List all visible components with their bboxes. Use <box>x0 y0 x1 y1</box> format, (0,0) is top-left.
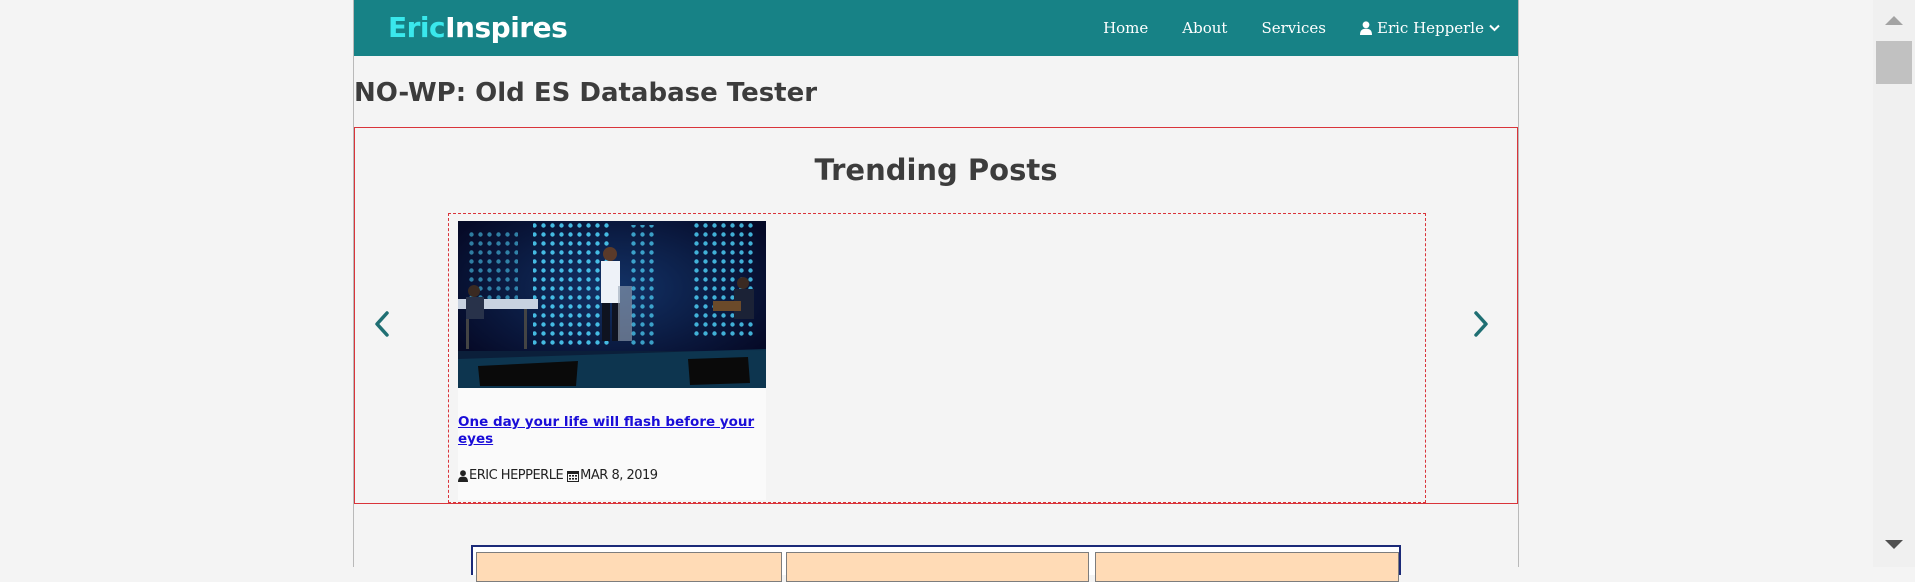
post-card: One day your life will flash before your… <box>458 221 766 500</box>
scroll-down-arrow-icon[interactable] <box>1885 540 1903 549</box>
post-author: ERIC HEPPERLE <box>469 468 564 483</box>
scrollbar-thumb[interactable] <box>1876 41 1912 84</box>
post-date: MAR 8, 2019 <box>580 468 658 483</box>
nav-services-link[interactable]: Services <box>1261 19 1326 37</box>
nav-about-link[interactable]: About <box>1182 19 1227 37</box>
brand-part-inspires: Inspires <box>445 11 568 44</box>
brand-logo[interactable]: EricInspires <box>388 10 568 46</box>
user-menu-dropdown[interactable]: Eric Hepperle <box>1360 19 1500 37</box>
nav-links: Home About Services Eric Hepperle <box>1103 0 1500 56</box>
carousel-prev-button[interactable] <box>367 306 397 342</box>
trending-heading: Trending Posts <box>814 153 1058 187</box>
nav-home-link[interactable]: Home <box>1103 19 1148 37</box>
table-cell <box>476 552 782 582</box>
navbar: EricInspires Home About Services Eric He… <box>354 0 1518 56</box>
carousel-track: One day your life will flash before your… <box>448 213 1426 503</box>
chevron-left-icon <box>375 311 389 337</box>
carousel-next-button[interactable] <box>1466 306 1496 342</box>
brand-part-eric: Eric <box>388 11 446 44</box>
user-icon <box>1360 21 1373 35</box>
page-container: EricInspires Home About Services Eric He… <box>353 0 1519 582</box>
scroll-up-arrow-icon[interactable] <box>1885 16 1903 25</box>
user-menu-label: Eric Hepperle <box>1377 19 1484 37</box>
post-meta: ERIC HEPPERLE MAR 8, 2019 <box>458 468 658 483</box>
vertical-scrollbar[interactable] <box>1873 0 1915 567</box>
page-title: NO-WP: Old ES Database Tester <box>354 78 818 108</box>
table-cell <box>1095 552 1399 582</box>
user-icon <box>458 469 468 482</box>
chevron-down-icon <box>1489 24 1500 32</box>
post-thumbnail-image[interactable] <box>458 221 766 388</box>
table-cell <box>786 552 1089 582</box>
data-table <box>471 545 1401 582</box>
calendar-icon <box>567 470 580 482</box>
post-title-link[interactable]: One day your life will flash before your… <box>458 414 766 448</box>
chevron-right-icon <box>1474 311 1488 337</box>
trending-posts-section: Trending Posts One day your life will fl… <box>354 127 1518 504</box>
